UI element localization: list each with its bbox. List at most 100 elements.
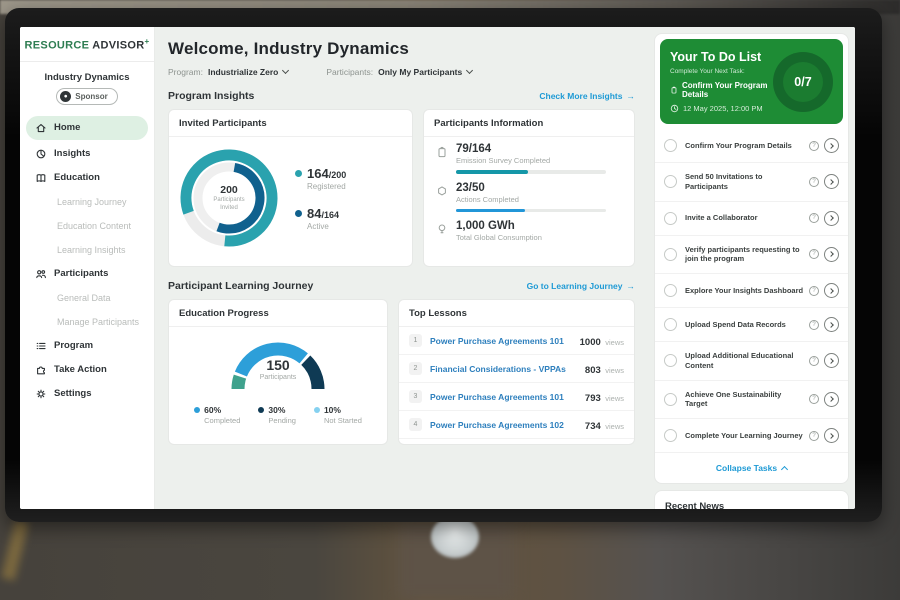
task-row: Send 50 Invitations to Participants ?	[655, 163, 848, 202]
card-title: Top Lessons	[399, 300, 634, 327]
lesson-link[interactable]: Power Purchase Agreements 101	[430, 336, 580, 346]
filter-bar: Program: Industrialize Zero Participants…	[168, 67, 635, 77]
info-icon[interactable]: ?	[809, 394, 819, 404]
chevron-right-button[interactable]	[824, 317, 839, 332]
sidebar-item-participants[interactable]: Participants	[20, 262, 154, 286]
lesson-link[interactable]: Power Purchase Agreements 102	[430, 420, 585, 430]
clipboard-icon	[670, 85, 678, 95]
sidebar-item-label: Learning Journey	[57, 197, 127, 207]
sidebar: RESOURCE ADVISOR+ Industry Dynamics ● Sp…	[20, 27, 155, 509]
chevron-right-button[interactable]	[824, 392, 839, 407]
info-icon[interactable]: ?	[809, 141, 819, 151]
go-to-learning-journey-link[interactable]: Go to Learning Journey →	[527, 281, 635, 291]
info-icon[interactable]: ?	[809, 177, 819, 187]
chevron-right-button[interactable]	[824, 428, 839, 443]
sidebar-item-take-action[interactable]: Take Action	[20, 358, 154, 382]
lesson-row: 2 Financial Considerations - VPPAs 803 v…	[399, 355, 634, 383]
participants-information-card: Participants Information 79/164 Emission…	[423, 109, 635, 267]
legend-dot-blue	[194, 407, 200, 413]
section-title-learning-journey: Participant Learning Journey	[168, 280, 313, 292]
lesson-link[interactable]: Power Purchase Agreements 101	[430, 392, 585, 402]
task-checkbox[interactable]	[664, 429, 677, 442]
sidebar-item-learning-journey[interactable]: Learning Journey	[20, 190, 154, 214]
task-checkbox[interactable]	[664, 318, 677, 331]
chevron-right-button[interactable]	[824, 174, 839, 189]
insights-icon	[35, 148, 47, 160]
stat-label: Actions Completed	[456, 195, 606, 204]
chevron-right-button[interactable]	[824, 138, 839, 153]
stat-label: Total Global Consumption	[456, 233, 542, 242]
sidebar-item-learning-insights[interactable]: Learning Insights	[20, 238, 154, 262]
top-lessons-card: Top Lessons 1 Power Purchase Agreements …	[398, 299, 635, 445]
check-more-insights-link[interactable]: Check More Insights →	[539, 91, 635, 101]
chevron-right-button[interactable]	[824, 211, 839, 226]
rank-badge: 1	[409, 334, 422, 347]
sidebar-item-general-data[interactable]: General Data	[20, 286, 154, 310]
sidebar-item-settings[interactable]: Settings	[20, 382, 154, 406]
sidebar-item-label: Insights	[54, 148, 90, 159]
arrow-right-icon: →	[627, 91, 636, 101]
info-icon[interactable]: ?	[809, 249, 819, 259]
info-icon[interactable]: ?	[809, 431, 819, 441]
chevron-right-button[interactable]	[824, 247, 839, 262]
sidebar-item-label: Take Action	[54, 364, 107, 375]
lesson-link[interactable]: Financial Considerations - VPPAs	[430, 364, 585, 374]
info-icon[interactable]: ?	[809, 320, 819, 330]
task-checkbox[interactable]	[664, 393, 677, 406]
task-row: Upload Additional Educational Content ?	[655, 342, 848, 381]
education-gauge-chart: 150 Participants	[216, 333, 340, 402]
task-checkbox[interactable]	[664, 354, 677, 367]
collapse-tasks-link[interactable]: Collapse Tasks	[655, 453, 848, 483]
legend-pct: 60%	[204, 405, 221, 415]
program-dropdown[interactable]: Program: Industrialize Zero	[168, 67, 288, 77]
sidebar-item-education-content[interactable]: Education Content	[20, 214, 154, 238]
logo-advisor: ADVISOR	[92, 40, 144, 52]
task-checkbox[interactable]	[664, 284, 677, 297]
task-checkbox[interactable]	[664, 175, 677, 188]
legend-dot-teal	[295, 170, 302, 177]
sidebar-item-program[interactable]: Program	[20, 334, 154, 358]
lesson-row: 5 Power Purchase Agreements 103 600 view…	[399, 439, 634, 445]
info-icon[interactable]: ?	[809, 213, 819, 223]
legend-pct: 10%	[324, 405, 341, 415]
task-checkbox[interactable]	[664, 212, 677, 225]
legend-total: /164	[321, 210, 339, 220]
sidebar-item-education[interactable]: Education	[20, 166, 154, 190]
monitor-stand	[431, 516, 479, 558]
task-label: Upload Spend Data Records	[685, 320, 805, 330]
participants-dropdown[interactable]: Participants: Only My Participants	[326, 67, 472, 77]
rank-badge: 2	[409, 362, 422, 375]
task-checkbox[interactable]	[664, 139, 677, 152]
task-checkbox[interactable]	[664, 248, 677, 261]
sidebar-item-home[interactable]: Home	[26, 116, 148, 140]
sidebar-item-insights[interactable]: Insights	[20, 142, 154, 166]
chevron-right-button[interactable]	[824, 353, 839, 368]
views-word: views	[605, 338, 624, 347]
stat-value: 79/164	[456, 143, 606, 155]
sidebar-item-label: Manage Participants	[57, 317, 139, 327]
app-logo: RESOURCE ADVISOR+	[20, 37, 154, 62]
info-icon[interactable]: ?	[809, 356, 819, 366]
task-row: Upload Spend Data Records ?	[655, 308, 848, 342]
legend-item-not-started: 10% Not Started	[314, 405, 362, 425]
donut-center-value: 200	[220, 184, 238, 196]
views-count: 793	[585, 393, 601, 404]
screen: RESOURCE ADVISOR+ Industry Dynamics ● Sp…	[20, 27, 855, 509]
background-object	[1, 519, 29, 581]
sidebar-item-label: Learning Insights	[57, 245, 126, 255]
sidebar-item-manage-participants[interactable]: Manage Participants	[20, 310, 154, 334]
views-word: views	[605, 394, 624, 403]
participants-label: Participants:	[326, 67, 373, 77]
page-title: Welcome, Industry Dynamics	[168, 39, 635, 59]
legend-item-registered: 164 /200 Registered	[295, 166, 346, 191]
task-row: Confirm Your Program Details ?	[655, 129, 848, 163]
stat-value: 23/50	[456, 182, 606, 194]
info-icon[interactable]: ?	[809, 286, 819, 296]
legend-value: 164	[307, 166, 329, 181]
section-title-program-insights: Program Insights	[168, 90, 254, 102]
chevron-right-button[interactable]	[824, 283, 839, 298]
gear-icon	[35, 388, 47, 400]
recent-news-title: Recent News	[665, 501, 724, 509]
task-label: Send 50 Invitations to Participants	[685, 172, 805, 192]
task-row: Invite a Collaborator ?	[655, 202, 848, 236]
